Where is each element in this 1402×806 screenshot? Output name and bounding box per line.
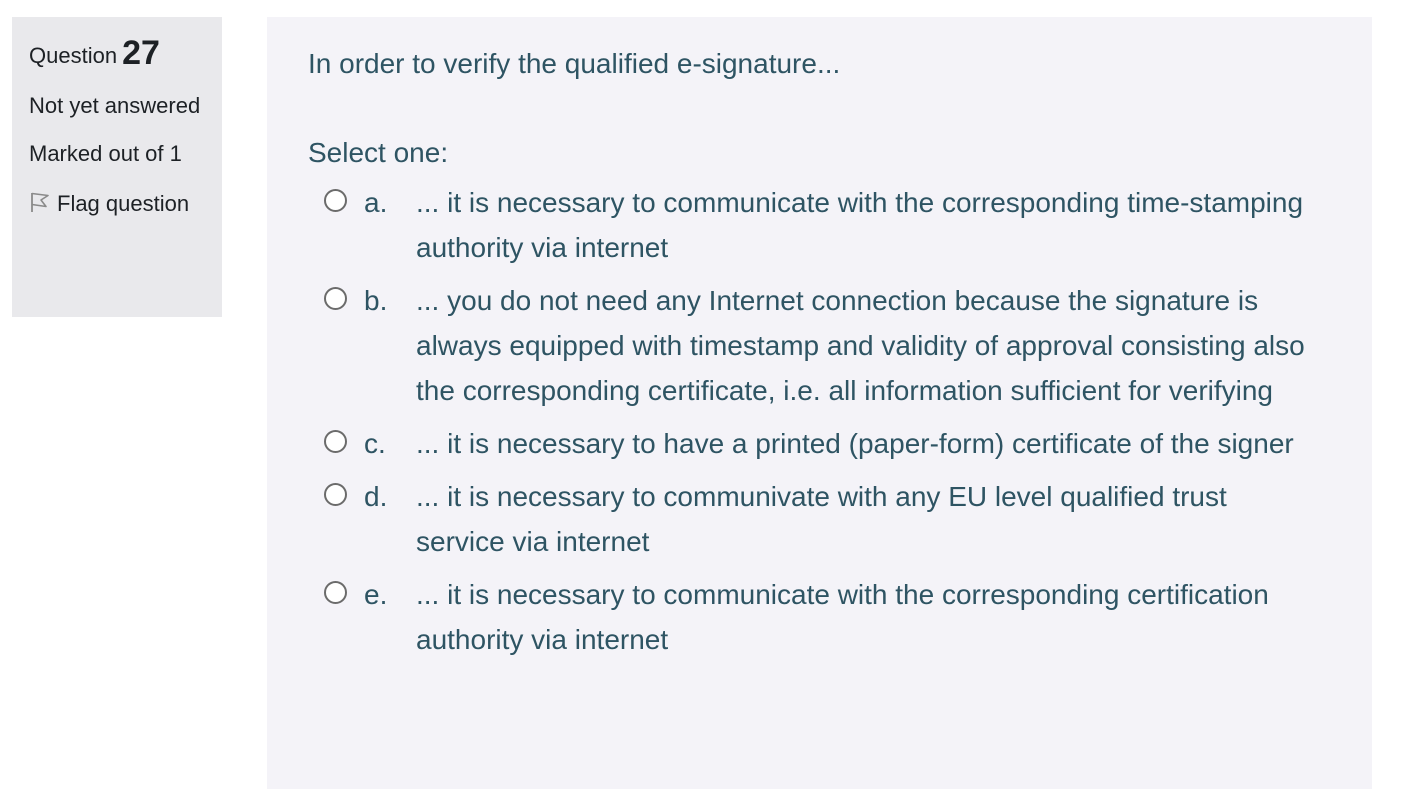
radio-button-a[interactable] [324, 189, 347, 212]
select-one-prompt: Select one: [308, 137, 449, 168]
question-info-panel: Question 27 Not yet answered Marked out o… [12, 17, 222, 317]
answer-option-b[interactable]: b. ... you do not need any Internet conn… [308, 278, 1332, 413]
answer-text[interactable]: ... it is necessary to communivate with … [416, 474, 1321, 564]
answer-option-c[interactable]: c. ... it is necessary to have a printed… [308, 421, 1332, 466]
question-content-panel: In order to verify the qualified e-signa… [267, 17, 1372, 789]
answer-option-d[interactable]: d. ... it is necessary to communivate wi… [308, 474, 1332, 564]
answer-list: a. ... it is necessary to communicate wi… [308, 180, 1332, 662]
answer-letter: e. [364, 579, 388, 610]
question-label: Question [29, 43, 118, 68]
question-number: 27 [122, 34, 160, 72]
radio-button-b[interactable] [324, 287, 347, 310]
answer-option-a[interactable]: a. ... it is necessary to communicate wi… [308, 180, 1332, 270]
answer-text[interactable]: ... it is necessary to communicate with … [416, 180, 1321, 270]
answer-text[interactable]: ... it is necessary to communicate with … [416, 572, 1321, 662]
answer-letter: b. [364, 285, 388, 316]
answer-text[interactable]: ... it is necessary to have a printed (p… [416, 421, 1321, 466]
answer-option-e[interactable]: e. ... it is necessary to communicate wi… [308, 572, 1332, 662]
answer-letter: d. [364, 481, 388, 512]
radio-button-d[interactable] [324, 483, 347, 506]
flag-question-button[interactable]: Flag question [29, 186, 206, 222]
radio-button-e[interactable] [324, 581, 347, 604]
answer-letter: a. [364, 187, 388, 218]
flag-question-label: Flag question [57, 191, 190, 216]
radio-button-c[interactable] [324, 430, 347, 453]
flag-icon [29, 188, 51, 212]
question-text: In order to verify the qualified e-signa… [308, 48, 841, 79]
question-state: Not yet answered [29, 93, 201, 118]
answer-text[interactable]: ... you do not need any Internet connect… [416, 278, 1321, 413]
question-grade: Marked out of 1 [29, 141, 182, 166]
answer-letter: c. [364, 428, 386, 459]
question-number-heading: Question 27 [29, 31, 206, 78]
